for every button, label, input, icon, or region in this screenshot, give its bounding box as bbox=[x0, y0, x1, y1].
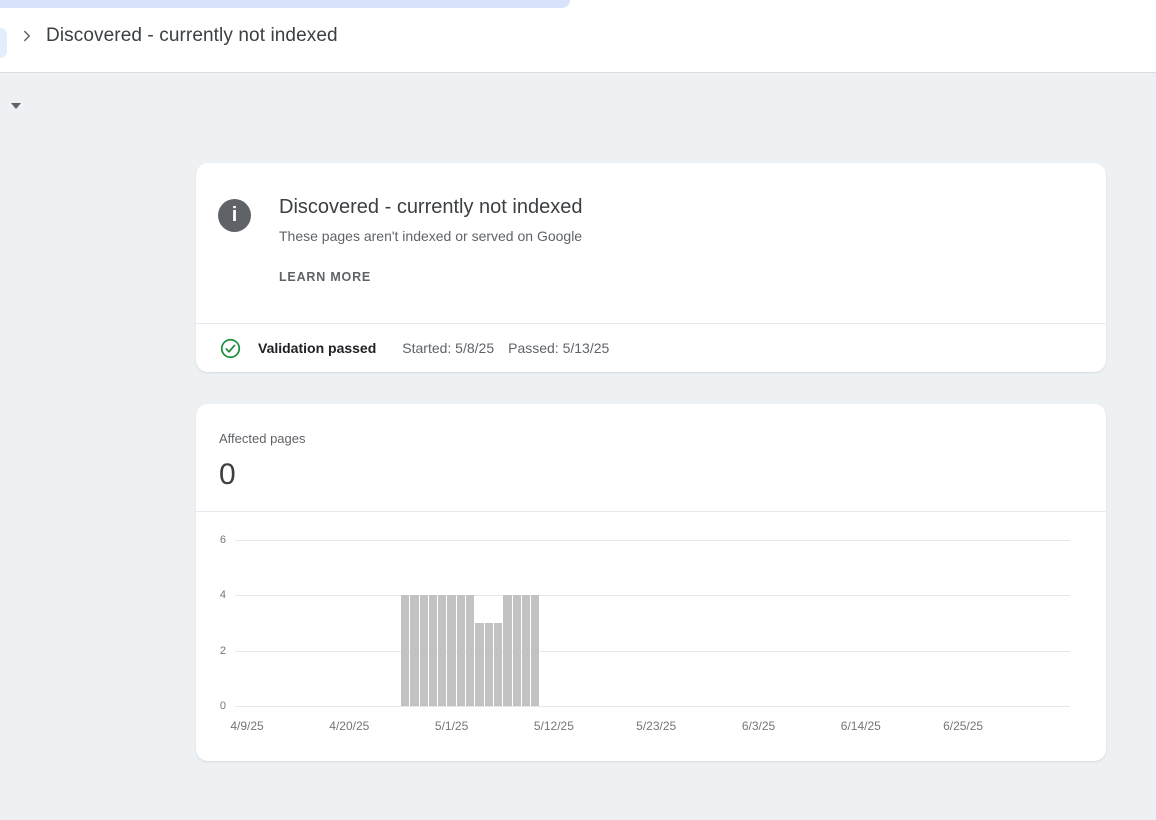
chart-bar bbox=[485, 623, 493, 706]
y-axis-tick-label: 6 bbox=[196, 533, 226, 547]
chart-bar bbox=[438, 595, 446, 706]
affected-pages-count: 0 bbox=[219, 458, 1106, 491]
affected-pages-card: Affected pages 0 0 2 4 6 4/9/25 4/20/25 5/1/25… bbox=[196, 404, 1106, 761]
filter-dropdown-caret-icon[interactable] bbox=[11, 103, 21, 109]
main-content: i Discovered - currently not indexed The… bbox=[0, 73, 1156, 761]
x-axis-tick-label: 5/23/25 bbox=[636, 719, 676, 733]
chart-bar bbox=[401, 595, 409, 706]
x-axis-tick-label: 4/9/25 bbox=[230, 719, 263, 733]
chart-gridline bbox=[235, 651, 1070, 652]
x-axis-tick-label: 6/3/25 bbox=[742, 719, 775, 733]
affected-pages-count-block: Affected pages 0 bbox=[196, 404, 1106, 511]
learn-more-link[interactable]: LEARN MORE bbox=[279, 270, 371, 284]
chart-bar bbox=[475, 623, 483, 706]
info-icon: i bbox=[218, 199, 251, 232]
validation-passed-check-icon bbox=[220, 338, 241, 359]
chart-bar bbox=[457, 595, 465, 706]
x-axis-tick-label: 6/14/25 bbox=[841, 719, 881, 733]
x-axis-tick-label: 5/12/25 bbox=[534, 719, 574, 733]
chart-bar bbox=[513, 595, 521, 706]
breadcrumb-chevron-icon bbox=[18, 27, 36, 45]
chart-bar bbox=[429, 595, 437, 706]
chart-bar bbox=[531, 595, 539, 706]
affected-pages-label: Affected pages bbox=[219, 431, 1106, 446]
y-axis-tick-label: 2 bbox=[196, 644, 226, 658]
x-axis-tick-label: 6/25/25 bbox=[943, 719, 983, 733]
validation-passed-date: Passed: 5/13/25 bbox=[508, 340, 609, 356]
chart-bar bbox=[494, 623, 502, 706]
x-axis-tick-label: 5/1/25 bbox=[435, 719, 468, 733]
x-axis-tick-label: 4/20/25 bbox=[329, 719, 369, 733]
chart-gridline bbox=[235, 706, 1070, 707]
issue-detail-texts: Discovered - currently not indexed These… bbox=[279, 196, 582, 286]
chart-bar bbox=[420, 595, 428, 706]
search-bar-edge bbox=[0, 0, 570, 8]
left-edge-accent bbox=[0, 28, 7, 58]
validation-status-label: Validation passed bbox=[258, 340, 376, 356]
validation-status-row: Validation passed Started: 5/8/25 Passed… bbox=[196, 323, 1106, 372]
chart-gridline bbox=[235, 595, 1070, 596]
issue-title: Discovered - currently not indexed bbox=[279, 196, 582, 219]
validation-started-date: Started: 5/8/25 bbox=[402, 340, 494, 356]
chart-bar bbox=[466, 595, 474, 706]
chart-bar bbox=[503, 595, 511, 706]
chart-gridline bbox=[235, 540, 1070, 541]
issue-detail-main: i Discovered - currently not indexed The… bbox=[196, 163, 1106, 323]
page-header: Discovered - currently not indexed bbox=[0, 0, 1156, 73]
y-axis-tick-label: 4 bbox=[196, 588, 226, 602]
y-axis-tick-label: 0 bbox=[196, 699, 226, 713]
issue-subtitle: These pages aren't indexed or served on … bbox=[279, 228, 582, 244]
issue-detail-card: i Discovered - currently not indexed The… bbox=[196, 163, 1106, 372]
chart-bar bbox=[410, 595, 418, 706]
chart-bar bbox=[522, 595, 530, 706]
page-title: Discovered - currently not indexed bbox=[46, 25, 338, 47]
affected-pages-chart: 0 2 4 6 4/9/25 4/20/25 5/1/25 5/12/25 5/23/25 6/3… bbox=[196, 511, 1106, 761]
chart-bar bbox=[447, 595, 455, 706]
